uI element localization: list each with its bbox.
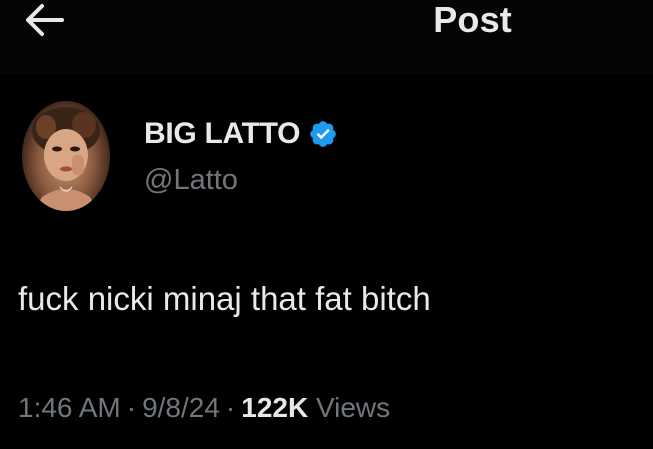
views-label: Views	[315, 392, 391, 423]
meta-separator: ·	[126, 392, 137, 423]
page-title: Post	[433, 0, 512, 40]
top-bar: Post	[0, 0, 653, 74]
author-handle[interactable]: @Latto	[144, 163, 238, 197]
post-metadata: 1:46 AM · 9/8/24 · 122K Views	[18, 391, 390, 425]
display-name-text: BIG LATTO	[144, 117, 301, 150]
post-date[interactable]: 9/8/24	[142, 392, 220, 423]
meta-separator: ·	[225, 392, 236, 423]
views-count: 122K	[241, 392, 309, 423]
post-time[interactable]: 1:46 AM	[18, 392, 121, 423]
post-text: fuck nicki minaj that fat bitch	[18, 280, 431, 317]
verified-badge-icon	[308, 119, 338, 149]
author-avatar[interactable]	[22, 101, 110, 211]
author-name[interactable]: BIG LATTO	[144, 116, 338, 152]
